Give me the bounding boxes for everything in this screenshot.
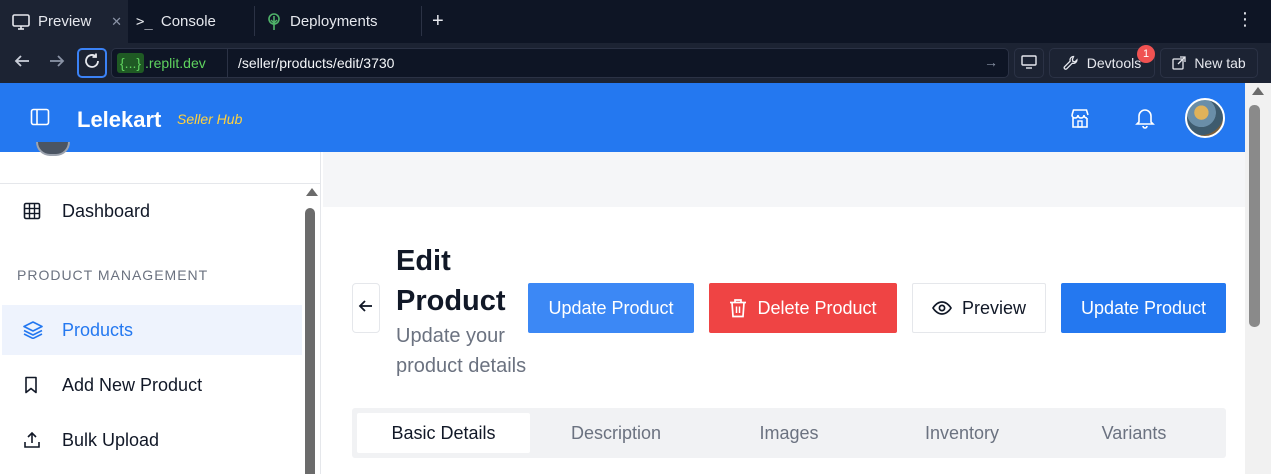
button-label: Delete Product: [757, 297, 877, 318]
tab-label: Preview: [38, 13, 92, 30]
sidebar-item-label: Bulk Upload: [62, 429, 160, 450]
tab-basic-details[interactable]: Basic Details: [357, 413, 530, 453]
page-title: Edit Product: [396, 245, 506, 317]
back-arrow-icon[interactable]: [13, 52, 31, 75]
tab-label: Description: [570, 422, 662, 443]
new-tab-plus-icon[interactable]: +: [432, 10, 444, 33]
tab-images[interactable]: Images: [702, 413, 876, 453]
url-divider: [227, 49, 228, 77]
sidebar-scroll-thumb[interactable]: [305, 208, 315, 474]
more-options-icon[interactable]: ⋮: [1236, 9, 1254, 30]
product-tabs: Basic Details Description Images Invento…: [352, 408, 1226, 458]
url-path: /seller/products/edit/3730: [238, 55, 395, 71]
sidebar-avatar: [36, 142, 70, 156]
sidebar-item-products[interactable]: Products: [2, 305, 302, 355]
trash-icon: [729, 298, 747, 318]
url-origin: {...} .replit.dev: [117, 53, 206, 73]
sidebar-item-bulk-upload[interactable]: Bulk Upload: [2, 415, 302, 465]
reload-icon: [83, 52, 101, 75]
bookmark-icon: [23, 376, 39, 394]
deploy-icon: [266, 12, 282, 31]
eye-icon: [932, 301, 952, 315]
content-top-band: [323, 152, 1245, 207]
devtools-notification-badge: 1: [1137, 45, 1155, 63]
sidebar-item-label: Dashboard: [62, 200, 151, 221]
tab-label: Basic Details: [391, 422, 496, 443]
devtools-label: Devtools: [1086, 55, 1142, 71]
bell-icon[interactable]: [1135, 107, 1155, 134]
tab-label: Images: [759, 422, 819, 443]
page-subtitle: Update your product details: [396, 325, 527, 377]
update-product-button[interactable]: Update Product: [528, 283, 694, 333]
forward-arrow-icon[interactable]: [48, 52, 66, 75]
new-tab-button[interactable]: New tab: [1160, 48, 1258, 78]
reload-button[interactable]: [77, 48, 107, 78]
page-scrollbar[interactable]: [1245, 83, 1271, 474]
tab-variants[interactable]: Variants: [1048, 413, 1220, 453]
scroll-up-arrow-icon[interactable]: [1252, 87, 1264, 95]
app-header: Lelekart Seller Hub: [0, 83, 1245, 152]
tab-description[interactable]: Description: [530, 413, 702, 453]
delete-product-button[interactable]: Delete Product: [709, 283, 897, 333]
arrow-left-icon: [358, 298, 374, 319]
tab-deployments[interactable]: Deployments: [266, 0, 416, 43]
button-label: Preview: [961, 297, 1027, 318]
grid-icon: [23, 202, 41, 220]
go-arrow-icon[interactable]: →: [984, 54, 998, 70]
tab-label: Variants: [1101, 422, 1167, 443]
monitor-icon: [1021, 54, 1037, 72]
button-label: Update Product: [548, 297, 674, 318]
upload-icon: [23, 431, 41, 449]
sidebar-item-label: Products: [62, 319, 134, 340]
layers-icon: [23, 321, 43, 339]
sidebar-item-label: Add New Product: [62, 374, 203, 395]
page-scroll-thumb[interactable]: [1249, 105, 1260, 327]
content-divider: [320, 152, 321, 474]
new-tab-label: New tab: [1194, 55, 1246, 71]
terminal-icon: >_: [136, 13, 153, 30]
wrench-icon: [1063, 55, 1079, 71]
close-icon[interactable]: ✕: [111, 14, 122, 30]
tab-divider: [421, 6, 422, 36]
update-product-button-secondary[interactable]: Update Product: [1061, 283, 1226, 333]
sidebar-divider: [0, 183, 320, 184]
tab-divider: [254, 6, 255, 36]
address-bar[interactable]: {...} .replit.dev /seller/products/edit/…: [111, 48, 1009, 78]
page-viewport: Lelekart Seller Hub Dashboard PRODUCT MA…: [0, 83, 1271, 474]
sidebar: Dashboard PRODUCT MANAGEMENT Products Ad…: [0, 142, 320, 474]
user-avatar[interactable]: [1185, 98, 1225, 138]
url-origin-badge: {...}: [117, 53, 145, 73]
url-domain: .replit.dev: [145, 55, 206, 71]
sidebar-section-title: PRODUCT MANAGEMENT: [17, 267, 209, 283]
sidebar-item-add-new-product[interactable]: Add New Product: [2, 360, 302, 410]
tab-label: Console: [160, 13, 216, 30]
scroll-up-arrow-icon[interactable]: [306, 188, 318, 196]
store-icon[interactable]: [1069, 107, 1091, 134]
sidebar-item-dashboard[interactable]: Dashboard: [2, 186, 302, 236]
sidebar-toggle-icon[interactable]: [30, 108, 50, 131]
tab-inventory[interactable]: Inventory: [876, 413, 1048, 453]
external-link-icon: [1172, 56, 1186, 70]
browser-url-bar: {...} .replit.dev /seller/products/edit/…: [0, 43, 1271, 83]
device-toggle-button[interactable]: [1014, 48, 1044, 78]
brand-logo[interactable]: Lelekart: [77, 107, 161, 133]
tab-preview[interactable]: Preview ✕: [0, 0, 128, 43]
sidebar-scrollbar[interactable]: [302, 188, 318, 474]
tab-console[interactable]: >_ Console: [136, 0, 256, 43]
preview-button[interactable]: Preview: [912, 283, 1046, 333]
tab-label: Deployments: [290, 13, 378, 30]
brand-subtitle: Seller Hub: [177, 111, 243, 127]
monitor-icon: [12, 13, 30, 30]
button-label: Update Product: [1080, 297, 1207, 318]
tab-label: Inventory: [924, 422, 1000, 443]
browser-tab-bar: Preview ✕ >_ Console Deployments + ⋮: [0, 0, 1271, 43]
back-button[interactable]: [352, 283, 380, 333]
